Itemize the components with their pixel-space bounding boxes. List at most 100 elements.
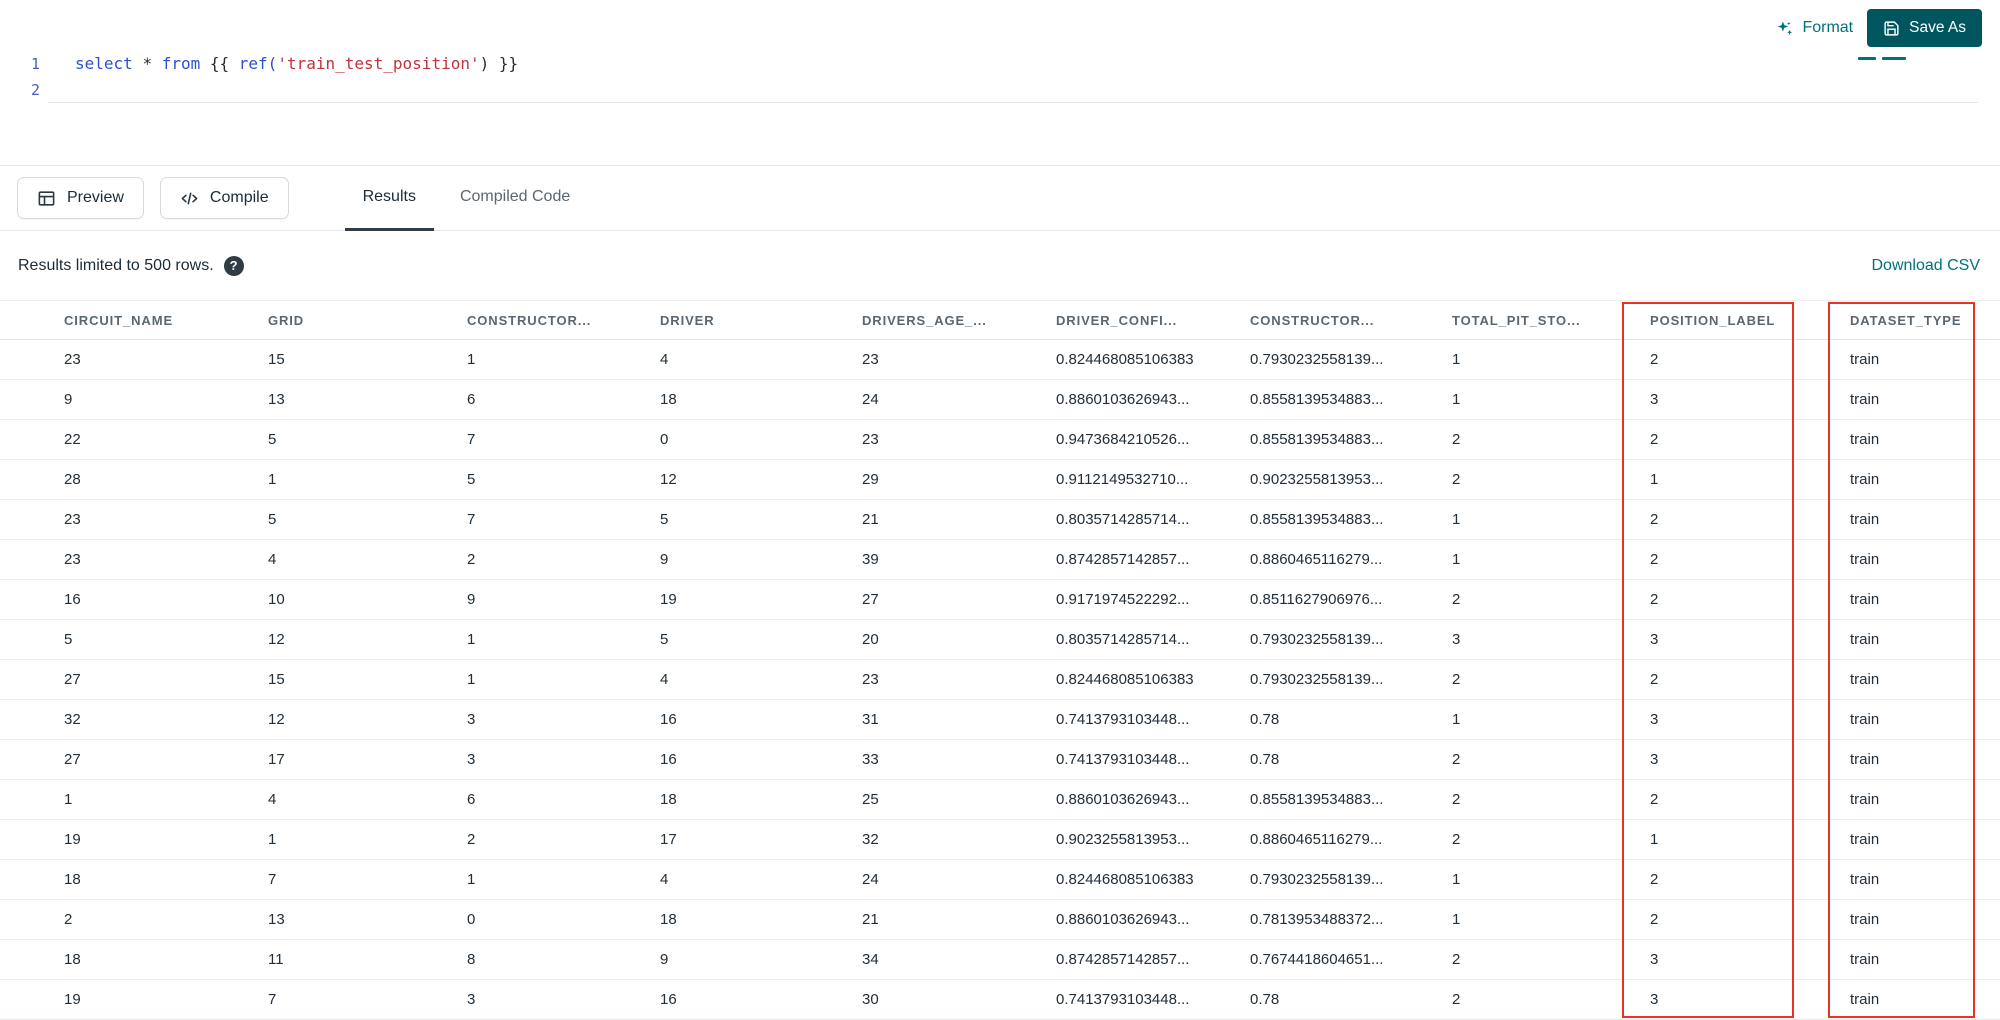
preview-button[interactable]: Preview — [17, 177, 144, 219]
table-cell: 0.7413793103448... — [1056, 991, 1190, 1008]
table-cell: 1 — [467, 671, 476, 688]
table-cell: train — [1850, 391, 1880, 408]
table-cell: 2 — [467, 551, 476, 568]
format-label: Format — [1802, 19, 1854, 36]
table-cell: 4 — [660, 871, 669, 888]
table-cell: 18 — [64, 871, 81, 888]
table-cell: 2 — [1650, 551, 1659, 568]
table-icon — [38, 190, 55, 206]
table-cell: 31 — [862, 711, 879, 728]
table-cell: 18 — [660, 791, 677, 808]
table-cell: 9 — [660, 551, 669, 568]
tab-results[interactable]: Results — [344, 166, 434, 231]
table-cell: 2 — [1452, 591, 1461, 608]
code-line-2[interactable]: 2 — [0, 77, 2000, 103]
code-line-1[interactable]: 1 select * from {{ ref('train_test_posit… — [0, 51, 2000, 77]
table-cell: 1 — [1650, 831, 1659, 848]
table-cell: 0.8035714285714... — [1056, 631, 1190, 648]
table-cell: 12 — [660, 471, 677, 488]
table-cell: 0.9023255813953... — [1056, 831, 1190, 848]
table-cell: train — [1850, 911, 1880, 928]
table-cell: 16 — [660, 751, 677, 768]
results-status-bar: Results limited to 500 rows. ? Download … — [0, 231, 2000, 300]
table-cell: 4 — [268, 791, 277, 808]
table-cell: 19 — [660, 591, 677, 608]
table-cell: 32 — [862, 831, 879, 848]
compile-label: Compile — [209, 189, 269, 206]
table-cell: 4 — [660, 351, 669, 368]
table-cell: train — [1850, 791, 1880, 808]
table-cell: 7 — [268, 991, 277, 1008]
column-header[interactable]: DRIVERS_AGE_... — [862, 313, 1056, 328]
table-cell: 15 — [268, 671, 285, 688]
table-cell: 12 — [268, 631, 285, 648]
table-cell: 5 — [660, 511, 669, 528]
tab-compiled-code[interactable]: Compiled Code — [442, 166, 588, 231]
code-token: {{ — [200, 54, 239, 73]
table-cell: 21 — [862, 511, 879, 528]
table-cell: 24 — [862, 391, 879, 408]
table-cell: 23 — [64, 551, 81, 568]
table-cell: 3 — [1650, 391, 1659, 408]
help-icon[interactable]: ? — [223, 255, 244, 276]
column-header[interactable]: DRIVER — [660, 313, 862, 328]
table-cell: 2 — [1452, 991, 1461, 1008]
column-header[interactable]: TOTAL_PIT_STO... — [1452, 313, 1650, 328]
column-header[interactable]: CONSTRUCTOR... — [1250, 313, 1452, 328]
table-row: 5 12 1 5 20 0.8035714285714... 0.7930232558139… — [0, 620, 2000, 660]
table-row: 19 1 2 17 32 0.9023255813953... 0.886046511627… — [0, 820, 2000, 860]
table-row: 28 1 5 12 29 0.9112149532710... 0.902325581395… — [0, 460, 2000, 500]
code-token: 'train_test_position' — [277, 54, 480, 73]
column-header[interactable]: CIRCUIT_NAME — [64, 313, 268, 328]
table-cell: 3 — [467, 991, 476, 1008]
code-token: * — [142, 54, 153, 73]
table-cell: 16 — [660, 991, 677, 1008]
column-header[interactable]: DATASET_TYPE — [1850, 313, 2000, 328]
table-cell: 27 — [862, 591, 879, 608]
table-cell: 10 — [268, 591, 285, 608]
table-cell: train — [1850, 711, 1880, 728]
table-cell: 2 — [1452, 951, 1461, 968]
table-cell: 18 — [660, 911, 677, 928]
save-as-button[interactable]: Save As — [1867, 9, 1982, 47]
table-cell: 0.8558139534883... — [1250, 431, 1384, 448]
column-header[interactable]: CONSTRUCTOR... — [467, 313, 660, 328]
table-cell: 4 — [660, 671, 669, 688]
compile-button[interactable]: Compile — [159, 177, 289, 219]
sparkles-icon — [1778, 20, 1793, 35]
column-header[interactable]: DRIVER_CONFI... — [1056, 313, 1250, 328]
table-cell: 1 — [268, 831, 277, 848]
column-header[interactable]: GRID — [268, 313, 467, 328]
table-cell: 0.8035714285714... — [1056, 511, 1190, 528]
code-text[interactable]: select * from {{ ref('train_test_positio… — [48, 51, 1978, 77]
table-cell: 5 — [660, 631, 669, 648]
table-cell: 0.9023255813953... — [1250, 471, 1384, 488]
table-cell: 0.824468085106383 — [1056, 671, 1194, 688]
table-cell: 3 — [1650, 751, 1659, 768]
table-cell: 0.8860103626943... — [1056, 911, 1190, 928]
table-cell: 19 — [64, 831, 81, 848]
table-cell: 0.7413793103448... — [1056, 751, 1190, 768]
table-row: 16 10 9 19 27 0.9171974522292... 0.85116279069… — [0, 580, 2000, 620]
table-cell: 0.8558139534883... — [1250, 791, 1384, 808]
code-text-empty[interactable] — [48, 77, 1978, 103]
table-cell: 1 — [268, 471, 277, 488]
table-cell: 20 — [862, 631, 879, 648]
column-header[interactable]: POSITION_LABEL — [1650, 313, 1850, 328]
sql-editor[interactable]: Format Save As 1 select * from {{ ref('t… — [0, 0, 2000, 166]
download-csv-link[interactable]: Download CSV — [1872, 257, 1981, 275]
format-button[interactable]: Format — [1775, 19, 1853, 38]
code-area[interactable]: 1 select * from {{ ref('train_test_posit… — [0, 0, 2000, 103]
table-cell: 2 — [1650, 591, 1659, 608]
table-cell: 2 — [1650, 351, 1659, 368]
table-cell: 0.7930232558139... — [1250, 351, 1384, 368]
table-cell: 1 — [1452, 871, 1461, 888]
table-cell: 25 — [862, 791, 879, 808]
table-cell: 13 — [268, 391, 285, 408]
table-cell: train — [1850, 671, 1880, 688]
table-cell: 22 — [64, 431, 81, 448]
table-row: 18 7 1 4 24 0.824468085106383 0.7930232558139.… — [0, 860, 2000, 900]
table-cell: 9 — [64, 391, 73, 408]
table-row: 22 5 7 0 23 0.9473684210526... 0.8558139534883… — [0, 420, 2000, 460]
table-row: 23 4 2 9 39 0.8742857142857... 0.8860465116279… — [0, 540, 2000, 580]
